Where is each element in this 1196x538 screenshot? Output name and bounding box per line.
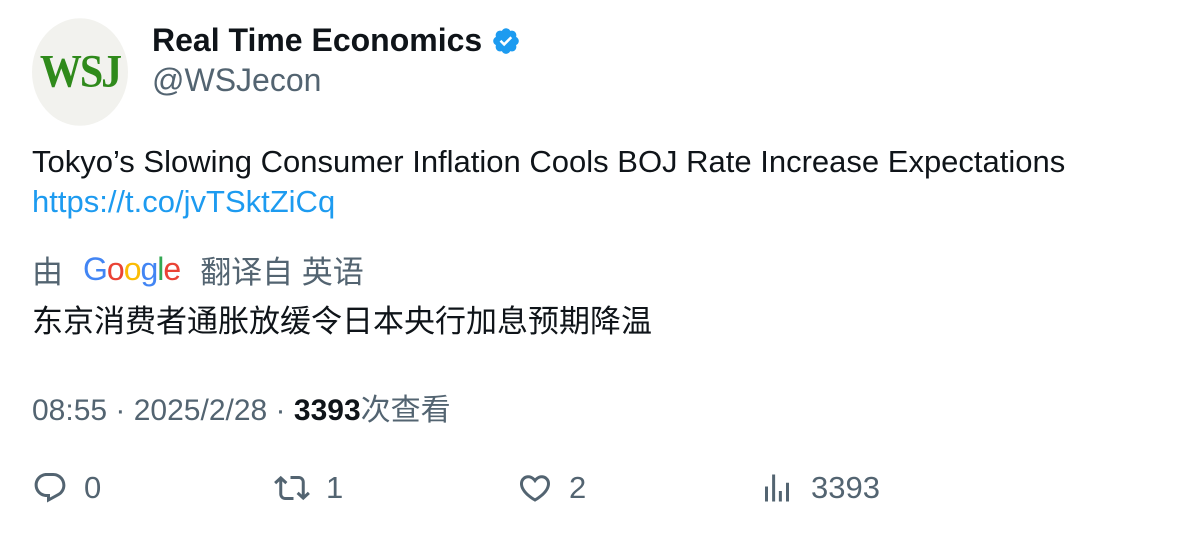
analytics-icon xyxy=(765,474,789,502)
views-button[interactable]: 3393 xyxy=(759,470,880,506)
heart-icon xyxy=(519,475,551,502)
tweet-link[interactable]: https://t.co/jvTSktZiCq xyxy=(32,182,1065,222)
tweet-date[interactable]: 2025/2/28 xyxy=(134,394,267,428)
tweet-body: Tokyo’s Slowing Consumer Inflation Cools… xyxy=(32,144,1066,179)
author-name-row[interactable]: Real Time Economics xyxy=(152,22,521,59)
meta-separator: · xyxy=(267,394,294,427)
author-handle[interactable]: @WSJecon xyxy=(152,62,321,99)
tweet-text: Tokyo’s Slowing Consumer Inflation Cools… xyxy=(32,142,1065,222)
views-count: 3393 xyxy=(293,394,361,427)
reply-button[interactable]: 0 xyxy=(32,470,101,506)
tweet-time[interactable]: 08:55 xyxy=(32,394,107,428)
like-count: 2 xyxy=(569,470,587,505)
retweet-count: 1 xyxy=(326,470,344,505)
tweet-meta: 08:55 · 2025/2/28 · 3393 次查看 xyxy=(32,385,451,429)
tweet-card: WSJ Real Time Economics @WSJecon Tokyo’s… xyxy=(0,0,1196,538)
views-action-count: 3393 xyxy=(811,470,880,505)
google-logo[interactable]: Google xyxy=(83,251,181,288)
action-bar: 0 1 2 3393 xyxy=(32,470,1172,514)
like-button[interactable]: 2 xyxy=(517,470,586,506)
views-label: 次查看 xyxy=(360,394,451,427)
meta-separator: · xyxy=(107,394,134,427)
translation-attribution: 由 Google 翻译自 英语 xyxy=(32,247,364,292)
retweet-button[interactable]: 1 xyxy=(274,470,343,506)
translation-prefix: 由 xyxy=(32,255,63,290)
reply-count: 0 xyxy=(84,470,102,505)
reply-icon xyxy=(34,473,66,503)
translated-text: 东京消费者通胀放缓令日本央行加息预期降温 xyxy=(32,304,652,339)
translation-suffix[interactable]: 翻译自 英语 xyxy=(200,247,364,292)
avatar-text: WSJ xyxy=(39,46,122,98)
author-name[interactable]: Real Time Economics xyxy=(152,22,482,59)
verified-badge-icon xyxy=(491,26,521,56)
retweet-icon xyxy=(274,475,310,501)
avatar[interactable]: WSJ xyxy=(32,18,128,126)
